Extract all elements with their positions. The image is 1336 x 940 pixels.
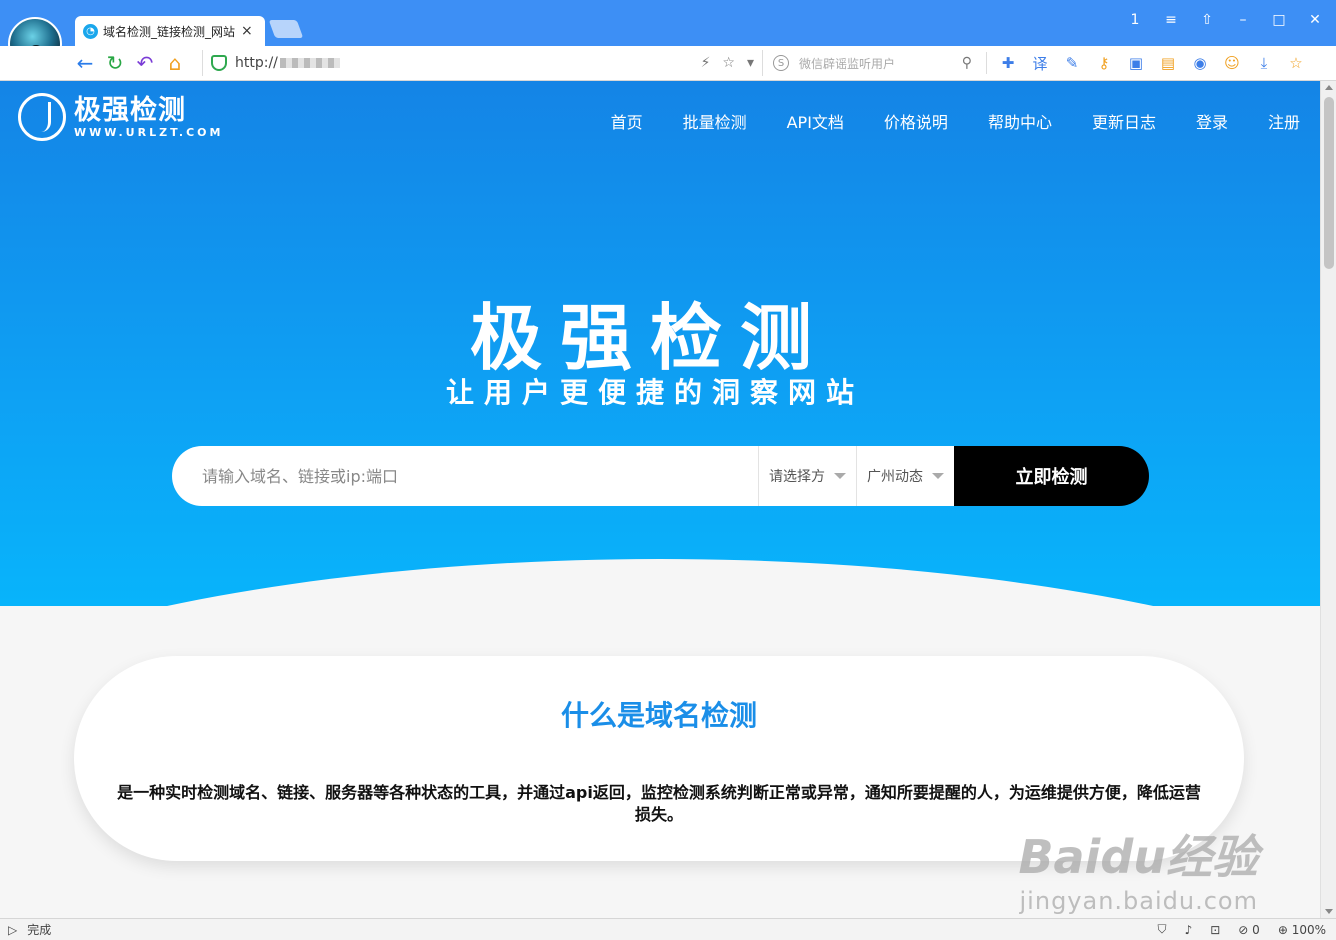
- address-bar[interactable]: http:// ⚡ ☆ ▾: [202, 50, 762, 76]
- check-now-button[interactable]: 立即检测: [954, 446, 1149, 506]
- site-logo[interactable]: 极强检测 WWW.URLZT.COM: [18, 93, 223, 141]
- skin-icon[interactable]: ⇧: [1198, 12, 1216, 28]
- nav-batch-check[interactable]: 批量检测: [683, 109, 747, 133]
- nav-home[interactable]: 首页: [611, 109, 643, 133]
- browser-tab[interactable]: ◔ 域名检测_链接检测_网站 ×: [75, 16, 265, 46]
- download-icon[interactable]: ⤓: [1253, 52, 1275, 74]
- baidu-watermark: Baidu经验 jingyan.baidu.com: [1018, 821, 1258, 915]
- nav-help-center[interactable]: 帮助中心: [988, 109, 1052, 133]
- status-bar: ▷ 完成 ⛉ ♪ ⊡ ⊘ 0 ⊕ 100%: [0, 918, 1336, 940]
- lightning-icon[interactable]: ⚡: [701, 55, 711, 71]
- intro-text: 是一种实时检测域名、链接、服务器等各种状态的工具，并通过api返回，监控检测系统…: [117, 783, 1201, 824]
- tab-title: 域名检测_链接检测_网站: [103, 24, 235, 39]
- node-select-value: 广州动态: [867, 469, 923, 485]
- main-nav: 首页 批量检测 API文档 价格说明 帮助中心 更新日志 登录 注册: [611, 109, 1300, 133]
- url-text: http://: [235, 55, 278, 71]
- back-arrow-icon[interactable]: ←: [70, 51, 100, 75]
- key-icon[interactable]: ⚷: [1093, 52, 1115, 74]
- site-favicon-icon: ◔: [83, 23, 98, 39]
- logo-icon: [18, 93, 66, 141]
- close-tab-icon[interactable]: ×: [241, 23, 253, 39]
- watermark-url: jingyan.baidu.com: [1019, 887, 1258, 915]
- hero-subtitle: 让用户更便捷的洞察网站: [445, 376, 864, 409]
- nav-changelog[interactable]: 更新日志: [1092, 109, 1156, 133]
- browser-search-placeholder: 微信辟谣监听用户: [799, 56, 896, 71]
- undo-icon[interactable]: ↶: [130, 51, 160, 75]
- nav-pricing[interactable]: 价格说明: [884, 109, 948, 133]
- vertical-scrollbar[interactable]: [1320, 81, 1336, 918]
- scroll-up-icon[interactable]: [1325, 85, 1333, 90]
- sound-icon[interactable]: ♪: [1185, 923, 1193, 937]
- search-icon[interactable]: ⚲: [962, 55, 972, 71]
- nav-login[interactable]: 登录: [1196, 109, 1228, 133]
- blurred-url: [279, 58, 340, 68]
- new-tab-button[interactable]: [268, 20, 304, 38]
- screenshot-icon[interactable]: ◉: [1189, 52, 1211, 74]
- extension-icons: ✚ 译 ✎ ⚷ ▣ ▤ ◉ ☺ ⤓ ☆: [986, 52, 1307, 74]
- status-text: 完成: [27, 923, 52, 937]
- check-form: 请选择方 广州动态 立即检测: [172, 446, 1149, 506]
- zoom-level: 100%: [1291, 922, 1326, 937]
- favorite-icon[interactable]: ☆: [1285, 52, 1307, 74]
- adblock-icon[interactable]: ⊘ 0: [1238, 923, 1260, 937]
- puzzle-icon[interactable]: ✚: [997, 52, 1019, 74]
- chevron-down-icon: [834, 473, 846, 479]
- secure-shield-icon: [211, 55, 227, 71]
- star-icon[interactable]: ☆: [722, 55, 735, 71]
- browser-search[interactable]: S 微信辟谣监听用户 ⚲: [762, 50, 972, 76]
- sidebar-toggle-icon[interactable]: ▷: [8, 923, 17, 937]
- node-select[interactable]: 广州动态: [856, 446, 954, 506]
- site-header: 极强检测 WWW.URLZT.COM 首页 批量检测 API文档 价格说明 帮助…: [0, 81, 1320, 159]
- security-icon[interactable]: ⛉: [1158, 922, 1167, 937]
- search-engine-icon: S: [773, 55, 789, 71]
- scroll-down-icon[interactable]: [1325, 909, 1333, 914]
- bus-icon[interactable]: ▣: [1125, 52, 1147, 74]
- scroll-thumb[interactable]: [1324, 97, 1334, 269]
- browser-toolbar: ← ↻ ↶ ⌂ http:// ⚡ ☆ ▾ S 微信辟谣监听用户 ⚲ ✚ 译 ✎…: [0, 46, 1336, 81]
- window-controls: 1 ≡ ⇧ – □ ✕: [1126, 12, 1324, 28]
- translate-icon[interactable]: 译: [1029, 52, 1051, 74]
- emoji-icon[interactable]: ☺: [1221, 52, 1243, 74]
- wrench-icon[interactable]: ✎: [1061, 52, 1083, 74]
- page-viewport: 极强检测 WWW.URLZT.COM 首页 批量检测 API文档 价格说明 帮助…: [0, 81, 1320, 918]
- domain-input[interactable]: [172, 446, 758, 506]
- nav-api-docs[interactable]: API文档: [787, 109, 844, 133]
- adblock-count: 0: [1252, 922, 1260, 937]
- refresh-icon[interactable]: ↻: [100, 51, 130, 75]
- zoom-icon[interactable]: ⊕ 100%: [1278, 923, 1326, 937]
- watermark-brand: Baidu经验: [1018, 830, 1258, 884]
- nav-register[interactable]: 注册: [1268, 109, 1300, 133]
- wallet-icon[interactable]: ▤: [1157, 52, 1179, 74]
- method-select[interactable]: 请选择方: [758, 446, 856, 506]
- menu-icon[interactable]: ≡: [1162, 12, 1180, 28]
- logo-name: 极强检测: [74, 94, 186, 126]
- tab-count-icon[interactable]: 1: [1126, 12, 1144, 28]
- maximize-icon[interactable]: □: [1270, 12, 1288, 28]
- logo-domain: WWW.URLZT.COM: [74, 125, 224, 139]
- chevron-down-icon: [932, 473, 944, 479]
- hero-title: 极强检测: [469, 296, 830, 380]
- minimize-icon[interactable]: –: [1234, 12, 1252, 28]
- close-window-icon[interactable]: ✕: [1306, 12, 1324, 28]
- chevron-down-icon[interactable]: ▾: [747, 55, 754, 71]
- intro-title: 什么是域名检测: [560, 699, 757, 732]
- address-actions: ⚡ ☆ ▾: [701, 55, 762, 71]
- logo-text: 极强检测 WWW.URLZT.COM: [74, 94, 224, 139]
- lock-icon[interactable]: ⊡: [1210, 923, 1220, 937]
- method-select-value: 请选择方: [769, 469, 825, 485]
- home-icon[interactable]: ⌂: [160, 51, 190, 75]
